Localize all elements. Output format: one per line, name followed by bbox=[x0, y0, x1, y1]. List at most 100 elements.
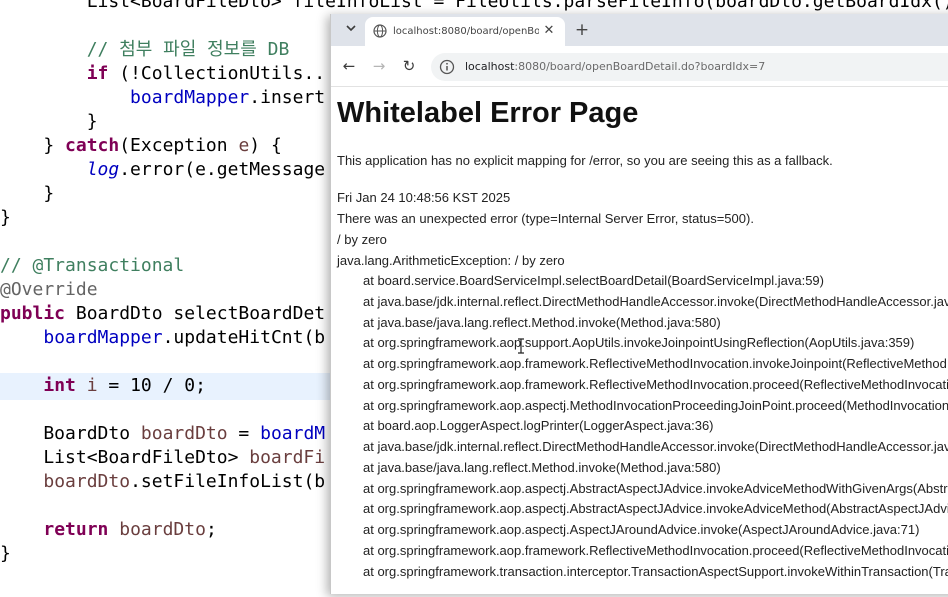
tab-title: localhost:8080/board/openBoardDetail.do?… bbox=[393, 26, 539, 37]
code-line[interactable]: if (!CollectionUtils.. bbox=[0, 62, 325, 86]
url-text[interactable]: localhost:8080/board/openBoardDetail.do?… bbox=[465, 59, 765, 75]
stack-frame: at org.springframework.aop.framework.Ref… bbox=[363, 356, 948, 371]
stack-frame: at board.service.BoardServiceImpl.select… bbox=[363, 273, 824, 288]
code-token: @Override bbox=[0, 279, 98, 300]
code-token: // 첨부 파일 정보를 DB bbox=[0, 39, 290, 60]
back-button[interactable]: ← bbox=[337, 54, 361, 78]
stack-trace: at board.service.BoardServiceImpl.select… bbox=[337, 271, 948, 582]
stack-frame: at java.base/java.lang.reflect.Method.in… bbox=[363, 314, 721, 330]
code-token: = 10 / 0; bbox=[97, 375, 206, 396]
code-token: } bbox=[0, 111, 98, 132]
error-details: Fri Jan 24 10:48:56 KST 2025 There was a… bbox=[337, 187, 754, 271]
code-token: public bbox=[0, 303, 66, 324]
new-tab-button[interactable]: + bbox=[571, 19, 593, 41]
forward-button[interactable]: → bbox=[367, 54, 391, 78]
browser-window: localhost:8080/board/openBoardDetail.do?… bbox=[330, 14, 948, 594]
page-title: Whitelabel Error Page bbox=[337, 97, 639, 129]
tab-strip: localhost:8080/board/openBoardDetail.do?… bbox=[331, 14, 948, 46]
code-line[interactable]: return boardDto; bbox=[0, 518, 217, 542]
browser-tab[interactable]: localhost:8080/board/openBoardDetail.do?… bbox=[365, 17, 565, 46]
code-token: .updateHitCnt(b bbox=[162, 327, 326, 348]
exception-line: java.lang.ArithmeticException: / by zero bbox=[337, 253, 565, 268]
code-line[interactable]: boardMapper.updateHitCnt(b bbox=[0, 326, 325, 350]
reload-button[interactable]: ↻ bbox=[397, 54, 421, 78]
code-line[interactable]: // @Transactional bbox=[0, 254, 184, 278]
code-token: } bbox=[0, 135, 66, 156]
code-token: List<BoardFileDto> fileInfoList = FileUt… bbox=[0, 0, 948, 12]
stack-frame: at java.base/jdk.internal.reflect.Direct… bbox=[363, 293, 948, 309]
chevron-down-icon[interactable] bbox=[339, 19, 363, 41]
error-timestamp: Fri Jan 24 10:48:56 KST 2025 bbox=[337, 190, 511, 205]
code-token: (!CollectionUtils.. bbox=[108, 63, 326, 84]
browser-toolbar: ← → ↻ localhost:8080/board/openBoardDeta… bbox=[331, 46, 948, 87]
stack-frame: at java.base/java.lang.reflect.Method.in… bbox=[363, 459, 721, 475]
tab-close-icon[interactable]: ✕ bbox=[541, 23, 557, 39]
stack-frame: at org.springframework.aop.support.AopUt… bbox=[363, 335, 915, 351]
code-token: List<BoardFileDto> bbox=[0, 447, 250, 468]
code-token: = bbox=[227, 423, 261, 444]
code-line[interactable]: } bbox=[0, 182, 54, 206]
code-token: boardMapper bbox=[130, 87, 250, 108]
code-token: ) { bbox=[249, 135, 282, 156]
address-bar[interactable]: localhost:8080/board/openBoardDetail.do?… bbox=[431, 53, 948, 81]
code-token: boardM bbox=[260, 423, 326, 444]
code-line[interactable]: } catch(Exception e) { bbox=[0, 134, 282, 158]
code-token: if bbox=[86, 63, 109, 84]
code-line[interactable]: @Override bbox=[0, 278, 98, 302]
code-token: (Exception bbox=[119, 135, 239, 156]
stack-frame: at org.springframework.transaction.inter… bbox=[363, 563, 948, 579]
error-page: Whitelabel Error Page This application h… bbox=[331, 87, 948, 597]
error-message: There was an unexpected error (type=Inte… bbox=[337, 211, 754, 226]
code-token: .error(e.getMessage bbox=[119, 159, 326, 180]
stack-frame: at org.springframework.aop.framework.Ref… bbox=[363, 542, 948, 558]
code-token: BoardDto selectBoardDet bbox=[65, 303, 326, 324]
code-token: boardDto bbox=[140, 423, 228, 444]
code-token: } bbox=[0, 543, 11, 564]
code-token: BoardDto bbox=[0, 423, 141, 444]
error-detail: / by zero bbox=[337, 232, 387, 247]
code-line[interactable]: boardDto.setFileInfoList(b bbox=[0, 470, 325, 494]
code-token: catch bbox=[65, 135, 120, 156]
code-line[interactable]: } bbox=[0, 110, 98, 134]
code-token: log bbox=[86, 159, 120, 180]
code-line[interactable]: // 첨부 파일 정보를 DB bbox=[0, 38, 290, 62]
code-line[interactable]: public BoardDto selectBoardDet bbox=[0, 302, 325, 326]
stack-frame: at java.base/jdk.internal.reflect.Direct… bbox=[363, 439, 948, 454]
url-path: :8080/board/openBoardDetail.do?boardIdx=… bbox=[514, 60, 766, 73]
stack-frame: at board.aop.LoggerAspect.logPrinter(Log… bbox=[363, 418, 714, 434]
code-token: boardDto bbox=[119, 519, 206, 540]
code-token: int bbox=[43, 375, 76, 396]
code-token: } bbox=[0, 207, 11, 228]
url-host: localhost bbox=[465, 60, 515, 73]
error-description: This application has no explicit mapping… bbox=[337, 153, 833, 168]
stack-frame: at org.springframework.aop.aspectj.Metho… bbox=[363, 397, 948, 413]
site-info-icon[interactable] bbox=[439, 59, 455, 75]
code-line[interactable]: List<BoardFileDto> fileInfoList = FileUt… bbox=[0, 0, 948, 14]
code-token: boardFi bbox=[249, 447, 326, 468]
code-token: ; bbox=[205, 519, 217, 540]
text-cursor-icon bbox=[517, 338, 525, 354]
code-token: e bbox=[238, 135, 250, 156]
code-line[interactable]: int i = 10 / 0; bbox=[0, 374, 206, 398]
code-token: .setFileInfoList(b bbox=[130, 471, 326, 492]
code-line[interactable]: BoardDto boardDto = boardM bbox=[0, 422, 325, 446]
code-line[interactable]: List<BoardFileDto> boardFi bbox=[0, 446, 325, 470]
code-line[interactable]: } bbox=[0, 542, 11, 566]
code-token: } bbox=[0, 183, 55, 204]
globe-icon bbox=[373, 24, 387, 38]
stack-frame: at org.springframework.aop.aspectj.Abstr… bbox=[363, 501, 948, 517]
code-line[interactable]: } bbox=[0, 206, 11, 230]
code-line[interactable]: boardMapper.insert bbox=[0, 86, 325, 110]
code-token: boardDto bbox=[43, 471, 131, 492]
code-line[interactable]: log.error(e.getMessage bbox=[0, 158, 325, 182]
code-token: // @Transactional bbox=[0, 255, 185, 276]
code-token: i bbox=[86, 375, 98, 396]
